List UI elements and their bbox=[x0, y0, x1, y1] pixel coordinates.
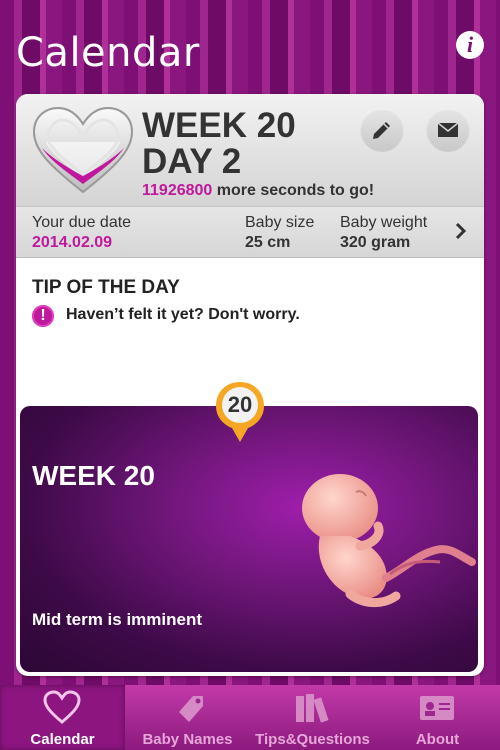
share-email-button[interactable] bbox=[426, 108, 470, 152]
tab-calendar[interactable]: Calendar bbox=[0, 685, 125, 750]
tab-label: Baby Names bbox=[142, 731, 233, 748]
exclamation-icon: ! bbox=[32, 305, 54, 327]
tab-about[interactable]: About bbox=[375, 685, 500, 750]
week-number: WEEK 20 bbox=[142, 106, 296, 145]
due-date-value: 2014.02.09 bbox=[32, 234, 113, 251]
contact-card-icon bbox=[420, 696, 454, 720]
baby-weight-value: 320 gram bbox=[340, 234, 411, 251]
baby-size-value: 25 cm bbox=[245, 234, 291, 251]
countdown: 11926800 more seconds to go! bbox=[142, 182, 374, 200]
week-badge-number: 20 bbox=[227, 392, 253, 417]
books-icon bbox=[296, 694, 329, 723]
tip-title: TIP OF THE DAY bbox=[32, 277, 180, 298]
tab-label: About bbox=[415, 731, 460, 748]
page-title: Calendar bbox=[16, 30, 200, 76]
edit-button[interactable] bbox=[360, 108, 404, 152]
due-date-row[interactable]: Your due date 2014.02.09 Baby size 25 cm… bbox=[16, 206, 484, 258]
week-header: WEEK 20 DAY 2 11926800 more seconds to g… bbox=[16, 94, 484, 206]
heart-logo-icon bbox=[32, 106, 134, 194]
heart-icon bbox=[43, 690, 81, 724]
tag-icon bbox=[179, 696, 203, 722]
envelope-icon bbox=[437, 122, 459, 137]
tip-text[interactable]: Haven’t felt it yet? Don't worry. bbox=[66, 306, 300, 324]
chevron-right-icon[interactable] bbox=[454, 221, 468, 241]
calendar-card: WEEK 20 DAY 2 11926800 more seconds to g… bbox=[16, 94, 484, 676]
countdown-suffix: more seconds to go! bbox=[216, 182, 375, 199]
day-number: DAY 2 bbox=[142, 142, 242, 181]
top-bar: Calendar i bbox=[0, 0, 500, 90]
info-icon[interactable]: i bbox=[456, 31, 484, 59]
pencil-icon bbox=[373, 122, 390, 139]
tab-label: Calendar bbox=[30, 731, 95, 748]
panel-week-title: WEEK 20 bbox=[32, 460, 155, 491]
fetus-illustration bbox=[302, 474, 476, 607]
due-date-label: Your due date bbox=[32, 214, 132, 231]
week-info-panel[interactable]: WEEK 20 Mid term is imminent bbox=[20, 406, 478, 672]
tab-label: Tips&Questions bbox=[255, 731, 370, 748]
countdown-seconds: 11926800 bbox=[142, 182, 213, 199]
baby-weight-label: Baby weight bbox=[340, 214, 428, 231]
tab-tips-questions[interactable]: Tips&Questions bbox=[250, 685, 375, 750]
tab-bar: Calendar Baby Names Tips&Questions About bbox=[0, 685, 500, 750]
panel-subtitle: Mid term is imminent bbox=[32, 610, 203, 629]
baby-size-label: Baby size bbox=[245, 214, 315, 231]
tab-baby-names[interactable]: Baby Names bbox=[125, 685, 250, 750]
